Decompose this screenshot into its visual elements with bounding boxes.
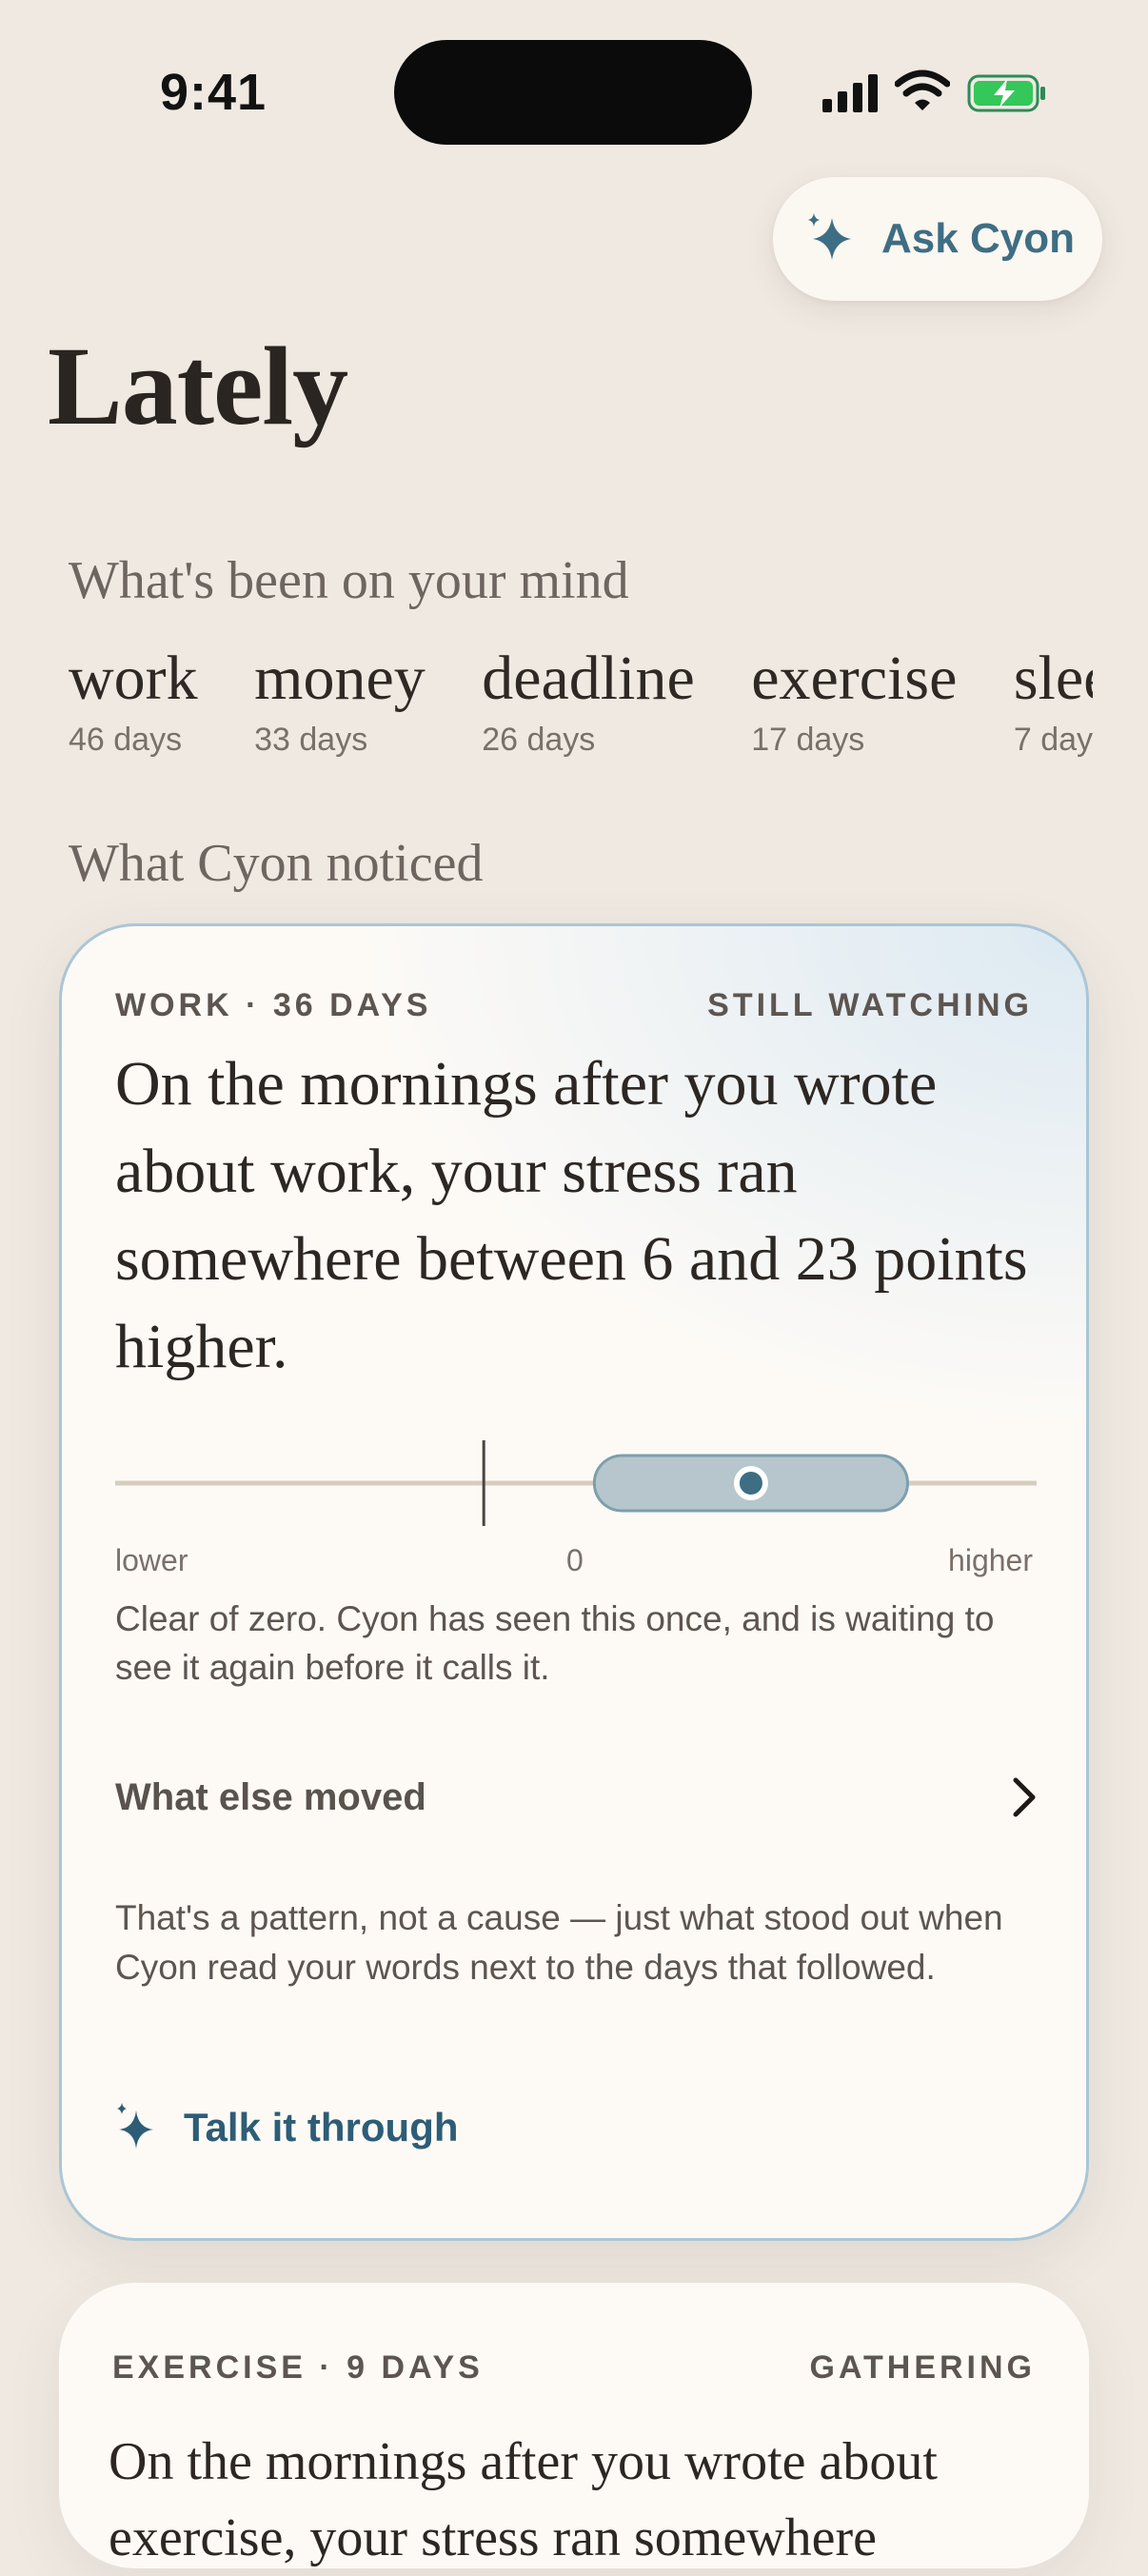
card-status: GATHERING [809, 2349, 1036, 2386]
axis-label-zero: 0 [566, 1543, 584, 1577]
topics-list[interactable]: work 46 days money 33 days deadline 26 d… [69, 640, 1093, 773]
topic-days: 17 days [751, 722, 865, 758]
topic-word: exercise [751, 644, 958, 713]
ask-cyon-label: Ask Cyon [881, 215, 1075, 262]
cellular-signal-icon [822, 74, 878, 112]
card-topic-meta: EXERCISE · 9 DAYS [112, 2349, 484, 2386]
battery-charging-icon [967, 74, 1045, 112]
card-status: STILL WATCHING [707, 987, 1033, 1023]
topic-money[interactable]: money 33 days [254, 640, 426, 759]
topic-work[interactable]: work 46 days [69, 640, 198, 759]
ask-cyon-button[interactable]: Ask Cyon [773, 177, 1102, 301]
topic-days: 7 days [1013, 722, 1093, 758]
topic-deadline[interactable]: deadline 26 days [482, 640, 695, 759]
card-note: Clear of zero. Cyon has seen this once, … [115, 1599, 995, 1687]
card-headline: On the mornings after you wrote about ex… [109, 2432, 938, 2567]
topic-exercise[interactable]: exercise 17 days [751, 640, 957, 759]
talk-it-through-label: Talk it through [184, 2105, 459, 2150]
noticed-section-heading: What Cyon noticed [69, 834, 484, 893]
card-headline: On the mornings after you wrote about wo… [115, 1049, 1028, 1381]
status-time: 9:41 [160, 64, 267, 121]
range-estimate-dot [733, 1466, 768, 1500]
wifi-icon [895, 69, 950, 110]
sparkle-icon [803, 210, 861, 268]
insight-card-work[interactable]: WORK · 36 DAYS STILL WATCHING On the mor… [59, 923, 1089, 2241]
insight-card-exercise[interactable]: EXERCISE · 9 DAYS GATHERING On the morni… [59, 2283, 1089, 2568]
what-else-moved-label: What else moved [115, 1775, 426, 1818]
talk-it-through-button[interactable]: Talk it through [115, 2103, 459, 2152]
topic-days: 33 days [254, 722, 368, 758]
sparkle-icon [117, 2103, 153, 2149]
topic-word: deadline [482, 644, 695, 713]
card-topic-meta: WORK · 36 DAYS [115, 987, 432, 1023]
pattern-disclaimer: That's a pattern, not a cause — just wha… [115, 1898, 1003, 1987]
topic-word: sleep [1013, 644, 1093, 713]
chevron-right-icon [1013, 1777, 1036, 1817]
axis-label-higher: higher [948, 1543, 1033, 1577]
topic-word: money [254, 644, 426, 713]
status-bar: 9:41 [0, 0, 1148, 181]
stress-range-chart [115, 1440, 1037, 1526]
topic-days: 46 days [69, 722, 183, 758]
axis-label-lower: lower [115, 1543, 188, 1577]
what-else-moved-row[interactable]: What else moved [115, 1764, 1039, 1831]
page-title: Lately [48, 324, 348, 448]
dynamic-island [394, 40, 752, 145]
topic-sleep[interactable]: sleep 7 days [1014, 640, 1093, 759]
topic-word: work [69, 644, 198, 713]
mind-section-heading: What's been on your mind [69, 551, 629, 610]
topic-days: 26 days [482, 722, 596, 758]
